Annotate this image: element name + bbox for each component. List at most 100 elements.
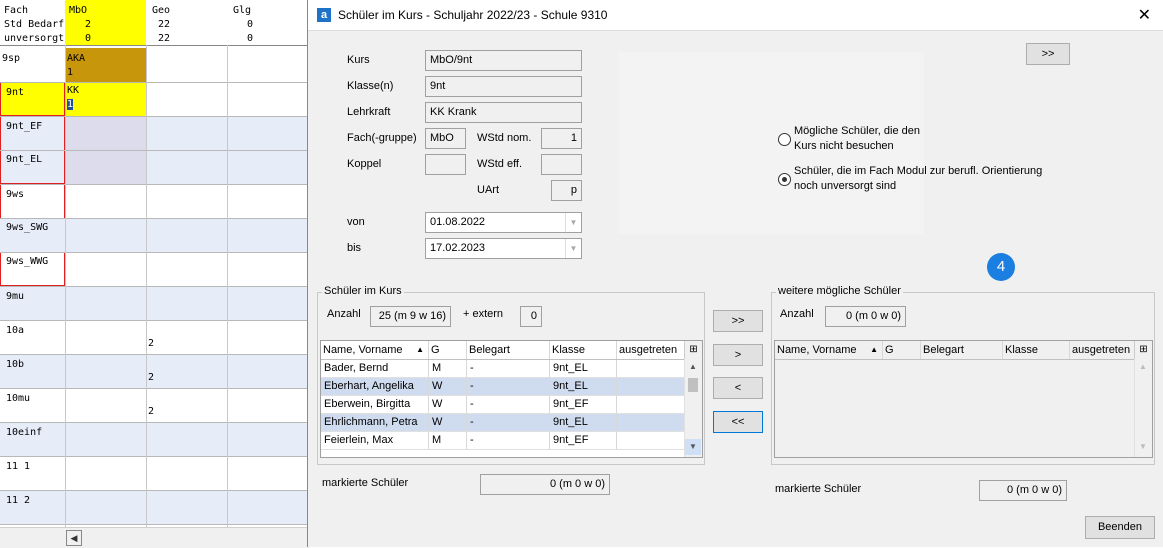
chevron-down-icon[interactable]: ▼ bbox=[565, 239, 581, 258]
header-std-bedarf: Std Bedarf bbox=[4, 19, 64, 30]
wstd-nom-field[interactable]: 1 bbox=[541, 128, 582, 149]
column-name: Glg bbox=[233, 5, 252, 16]
row-label[interactable]: 11 2 bbox=[6, 494, 68, 508]
column-chooser-icon[interactable]: ⊞ bbox=[1134, 341, 1152, 359]
row-label[interactable]: 10b bbox=[6, 358, 68, 372]
cell-g: W bbox=[429, 396, 467, 413]
col-g[interactable]: G bbox=[429, 341, 467, 359]
cell-name: Eberwein, Birgitta bbox=[321, 396, 429, 413]
col-g[interactable]: G bbox=[883, 341, 921, 359]
move-right-button[interactable]: > bbox=[713, 344, 763, 366]
dialog-titlebar[interactable]: a Schüler im Kurs - Schuljahr 2022/23 - … bbox=[308, 0, 1163, 30]
expand-button[interactable]: >> bbox=[1026, 43, 1070, 65]
koppel-field[interactable] bbox=[425, 154, 466, 175]
row-label[interactable]: 9ws_WWG bbox=[6, 255, 68, 269]
anzahl-field[interactable]: 0 (m 0 w 0) bbox=[825, 306, 906, 327]
anzahl-field[interactable]: 25 (m 9 w 16) bbox=[370, 306, 451, 327]
row-label[interactable]: 10einf bbox=[6, 426, 68, 440]
column-header-glg[interactable]: Glg 0 0 bbox=[233, 4, 303, 46]
beenden-button[interactable]: Beenden bbox=[1085, 516, 1155, 539]
cell-9nt-mbo[interactable]: KK 1 bbox=[65, 82, 146, 116]
col-ausgetreten[interactable]: ausgetreten bbox=[617, 341, 686, 359]
column-std: 22 bbox=[158, 19, 171, 30]
table-row[interactable]: Eberwein, Birgitta W - 9nt_EF bbox=[321, 396, 686, 414]
fach-field[interactable]: MbO bbox=[425, 128, 466, 149]
table-row[interactable]: Ehrlichmann, Petra W - 9nt_EL bbox=[321, 414, 686, 432]
cell-number: 1 bbox=[67, 67, 74, 78]
cell-10b-geo[interactable]: 2 bbox=[148, 371, 154, 385]
scroll-up-icon[interactable]: ▲ bbox=[685, 359, 701, 375]
row-label[interactable]: 10mu bbox=[6, 392, 68, 406]
close-icon[interactable]: ✕ bbox=[1138, 5, 1151, 25]
row-label[interactable]: 9ws bbox=[6, 188, 68, 202]
cell-ausgetreten bbox=[617, 396, 686, 413]
cell-belegart: - bbox=[467, 360, 550, 377]
col-belegart[interactable]: Belegart bbox=[467, 341, 550, 359]
uart-field[interactable]: p bbox=[551, 180, 582, 201]
chevron-down-icon[interactable]: ▼ bbox=[565, 213, 581, 232]
col-name[interactable]: Name, Vorname ▲ bbox=[321, 341, 429, 359]
cell-g: M bbox=[429, 360, 467, 377]
header-unversorgt: unversorgt bbox=[4, 33, 64, 44]
cell-9sp-mbo[interactable]: AKA 1 bbox=[65, 48, 146, 82]
grid-horizontal-scrollbar[interactable]: ◀ bbox=[0, 527, 310, 548]
radio-unsupplied[interactable] bbox=[778, 173, 791, 186]
cell-10a-geo[interactable]: 2 bbox=[148, 337, 154, 351]
cell-ausgetreten bbox=[617, 432, 686, 449]
scroll-thumb[interactable] bbox=[688, 378, 698, 392]
col-klasse[interactable]: Klasse bbox=[1003, 341, 1070, 359]
row-label[interactable]: 9nt_EF bbox=[6, 120, 68, 134]
table-vertical-scrollbar[interactable]: ▲ ▼ bbox=[684, 359, 702, 457]
row-label[interactable]: 9nt_EL bbox=[6, 153, 68, 167]
extern-field[interactable]: 0 bbox=[520, 306, 542, 327]
bis-date-picker[interactable]: 17.02.2023 ▼ bbox=[425, 238, 582, 259]
group-title: Schüler im Kurs bbox=[322, 285, 404, 297]
col-ausgetreten[interactable]: ausgetreten bbox=[1070, 341, 1136, 359]
column-header-mbo[interactable]: MbO 2 0 bbox=[65, 0, 146, 45]
students-table[interactable]: Name, Vorname ▲ G Belegart Klasse ausgetr… bbox=[320, 340, 703, 458]
column-name: MbO bbox=[69, 5, 88, 16]
radio-unsupplied-label[interactable]: Schüler, die im Fach Modul zur berufl. O… bbox=[794, 164, 1054, 194]
students-in-course-group: Schüler im Kurs Anzahl 25 (m 9 w 16) + e… bbox=[317, 285, 705, 465]
lehrkraft-field[interactable]: KK Krank bbox=[425, 102, 582, 123]
von-date-picker[interactable]: 01.08.2022 ▼ bbox=[425, 212, 582, 233]
kurs-field[interactable]: MbO/9nt bbox=[425, 50, 582, 71]
column-chooser-icon[interactable]: ⊞ bbox=[684, 341, 702, 359]
further-students-table[interactable]: Name, Vorname ▲ G Belegart Klasse ausgetr… bbox=[774, 340, 1153, 458]
scroll-up-icon[interactable]: ▲ bbox=[1135, 359, 1151, 375]
table-row[interactable]: Eberhart, Angelika W - 9nt_EL bbox=[321, 378, 686, 396]
marked-students-field[interactable]: 0 (m 0 w 0) bbox=[480, 474, 610, 495]
marked-students-field[interactable]: 0 (m 0 w 0) bbox=[979, 480, 1067, 501]
row-label[interactable]: 9ws_SWG bbox=[6, 221, 68, 235]
scroll-down-icon[interactable]: ▼ bbox=[685, 439, 701, 455]
row-label[interactable]: 9nt bbox=[6, 86, 68, 100]
students-in-course-dialog: a Schüler im Kurs - Schuljahr 2022/23 - … bbox=[307, 0, 1163, 547]
row-label[interactable]: 11 1 bbox=[6, 460, 68, 474]
scroll-left-icon[interactable]: ◀ bbox=[66, 530, 82, 546]
von-value: 01.08.2022 bbox=[430, 216, 486, 228]
col-klasse[interactable]: Klasse bbox=[550, 341, 617, 359]
klasse-field[interactable]: 9nt bbox=[425, 76, 582, 97]
row-label[interactable]: 10a bbox=[6, 324, 68, 338]
move-all-left-button[interactable]: << bbox=[713, 411, 763, 433]
radio-not-attending[interactable] bbox=[778, 133, 791, 146]
row-label[interactable]: 9mu bbox=[6, 290, 68, 304]
radio-not-attending-label[interactable]: Mögliche Schüler, die den Kurs nicht bes… bbox=[794, 124, 944, 154]
table-row[interactable]: Feierlein, Max M - 9nt_EF bbox=[321, 432, 686, 450]
fach-label: Fach(-gruppe) bbox=[347, 132, 417, 144]
move-left-button[interactable]: < bbox=[713, 377, 763, 399]
scroll-down-icon[interactable]: ▼ bbox=[1135, 439, 1151, 455]
wstd-eff-field[interactable] bbox=[541, 154, 582, 175]
marked-students-label: markierte Schüler bbox=[322, 477, 409, 489]
row-label[interactable]: 9sp bbox=[2, 52, 64, 66]
table-vertical-scrollbar[interactable]: ▲ ▼ bbox=[1134, 359, 1152, 457]
wstd-eff-label: WStd eff. bbox=[477, 158, 523, 170]
column-header-geo[interactable]: Geo 22 22 bbox=[152, 4, 222, 46]
move-all-right-button[interactable]: >> bbox=[713, 310, 763, 332]
col-name[interactable]: Name, Vorname ▲ bbox=[775, 341, 883, 359]
cell-klasse: 9nt_EL bbox=[550, 378, 617, 395]
table-row[interactable]: Bader, Bernd M - 9nt_EL bbox=[321, 360, 686, 378]
koppel-label: Koppel bbox=[347, 158, 382, 170]
col-belegart[interactable]: Belegart bbox=[921, 341, 1003, 359]
cell-10mu-geo[interactable]: 2 bbox=[148, 405, 154, 419]
